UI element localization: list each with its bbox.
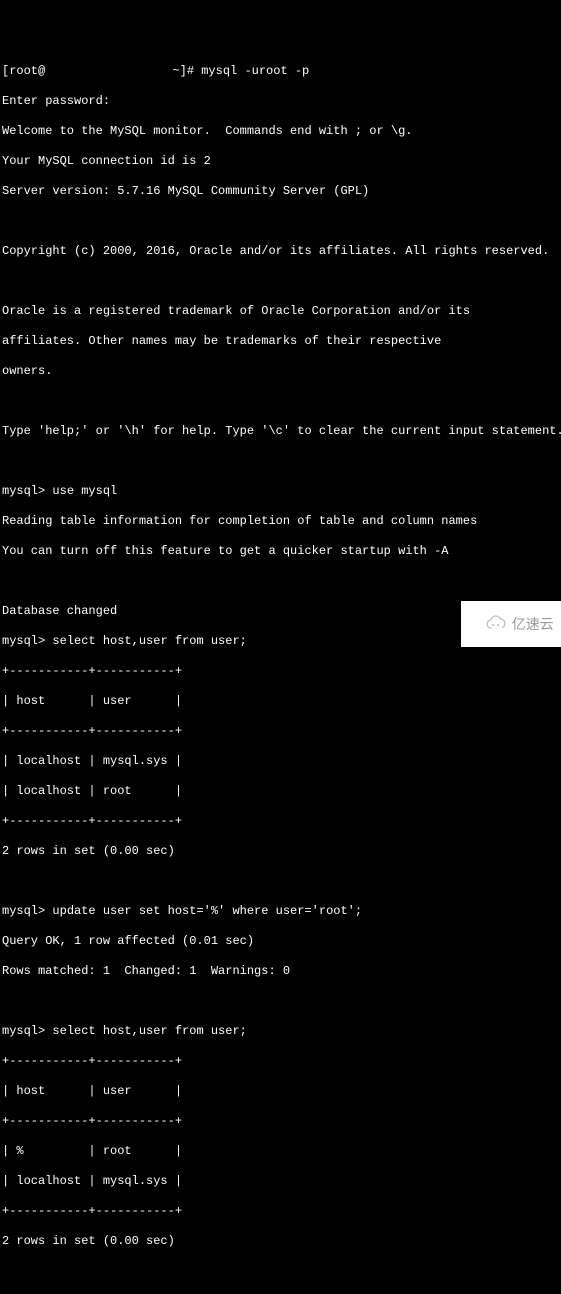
trademark-1: Oracle is a registered trademark of Orac… bbox=[2, 304, 559, 319]
watermark: 亿速云 bbox=[461, 601, 561, 647]
mysql-prompt: mysql> bbox=[2, 484, 52, 498]
table-sep: +-----------+-----------+ bbox=[2, 1204, 559, 1219]
table-sep: +-----------+-----------+ bbox=[2, 664, 559, 679]
reading-tables: Reading table information for completion… bbox=[2, 514, 559, 529]
table-row: | localhost | mysql.sys | bbox=[2, 1174, 559, 1189]
update-match: Rows matched: 1 Changed: 1 Warnings: 0 bbox=[2, 964, 559, 979]
cmd-use: mysql> use mysql bbox=[2, 484, 559, 499]
cmd-mysql-login: mysql -uroot -p bbox=[201, 64, 309, 78]
table-sep: +-----------+-----------+ bbox=[2, 1054, 559, 1069]
cmd-select1-text: select host,user from user; bbox=[52, 634, 246, 648]
prompt-suffix: ~]# bbox=[165, 64, 201, 78]
prompt-user: root@ bbox=[9, 64, 45, 78]
table-header: | host | user | bbox=[2, 1084, 559, 1099]
table-row: | localhost | mysql.sys | bbox=[2, 754, 559, 769]
update-ok: Query OK, 1 row affected (0.01 sec) bbox=[2, 934, 559, 949]
blank bbox=[2, 874, 559, 889]
blank bbox=[2, 274, 559, 289]
mysql-prompt: mysql> bbox=[2, 1024, 52, 1038]
welcome-line: Welcome to the MySQL monitor. Commands e… bbox=[2, 124, 559, 139]
table-row: | localhost | root | bbox=[2, 784, 559, 799]
help-hint: Type 'help;' or '\h' for help. Type '\c'… bbox=[2, 424, 559, 439]
cmd-select2-text: select host,user from user; bbox=[52, 1024, 246, 1038]
table-sep: +-----------+-----------+ bbox=[2, 1114, 559, 1129]
enter-password: Enter password: bbox=[2, 94, 559, 109]
blank bbox=[2, 214, 559, 229]
connection-id: Your MySQL connection id is 2 bbox=[2, 154, 559, 169]
mysql-prompt: mysql> bbox=[2, 634, 52, 648]
shell-prompt-line: [root@ ~]# mysql -uroot -p bbox=[2, 64, 559, 79]
cmd-update: mysql> update user set host='%' where us… bbox=[2, 904, 559, 919]
rows-summary: 2 rows in set (0.00 sec) bbox=[2, 844, 559, 859]
cloud-icon bbox=[468, 596, 508, 653]
blank bbox=[2, 574, 559, 589]
blank bbox=[2, 454, 559, 469]
blank bbox=[2, 394, 559, 409]
server-version: Server version: 5.7.16 MySQL Community S… bbox=[2, 184, 559, 199]
table-sep: +-----------+-----------+ bbox=[2, 724, 559, 739]
blank bbox=[2, 1264, 559, 1279]
hostname-redacted bbox=[45, 65, 165, 77]
table-sep: +-----------+-----------+ bbox=[2, 814, 559, 829]
mysql-prompt: mysql> bbox=[2, 904, 52, 918]
rows-summary: 2 rows in set (0.00 sec) bbox=[2, 1234, 559, 1249]
trademark-2: affiliates. Other names may be trademark… bbox=[2, 334, 559, 349]
cmd-select-2: mysql> select host,user from user; bbox=[2, 1024, 559, 1039]
trademark-3: owners. bbox=[2, 364, 559, 379]
table-header: | host | user | bbox=[2, 694, 559, 709]
copyright: Copyright (c) 2000, 2016, Oracle and/or … bbox=[2, 244, 559, 259]
blank bbox=[2, 994, 559, 1009]
cmd-use-text: use mysql bbox=[52, 484, 117, 498]
watermark-text: 亿速云 bbox=[512, 617, 554, 632]
turnoff-hint: You can turn off this feature to get a q… bbox=[2, 544, 559, 559]
table-row: | % | root | bbox=[2, 1144, 559, 1159]
cmd-update-text: update user set host='%' where user='roo… bbox=[52, 904, 362, 918]
